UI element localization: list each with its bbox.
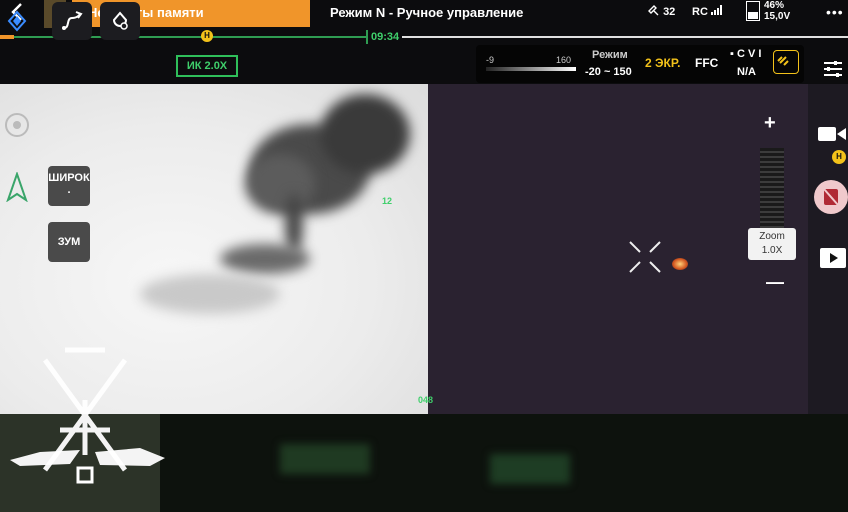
range-mode-value[interactable]: -20 ~ 150 bbox=[585, 66, 632, 78]
crosshair-icon bbox=[629, 241, 661, 273]
drop-settings-button[interactable] bbox=[100, 2, 140, 40]
zoom-value: 1.0X bbox=[761, 245, 783, 256]
map-tile bbox=[280, 444, 370, 474]
flight-mode-title: Режим N - Ручное управление bbox=[330, 5, 524, 20]
settings-sliders-button[interactable] bbox=[822, 58, 844, 85]
zoom-in-button[interactable]: + bbox=[764, 112, 776, 135]
satellite-icon bbox=[648, 5, 659, 16]
record-button[interactable] bbox=[814, 180, 848, 214]
wide-sub: . bbox=[67, 184, 71, 196]
link-button[interactable] bbox=[773, 50, 799, 74]
battery-icon bbox=[746, 1, 760, 21]
battery-voltage: 15,0V bbox=[764, 11, 791, 22]
storage-status: N/A bbox=[737, 66, 756, 78]
thermal-scale-min: -9 bbox=[486, 55, 495, 65]
link-icon bbox=[777, 56, 789, 66]
home-marker: H bbox=[201, 30, 213, 42]
home-marker-right: H bbox=[832, 150, 846, 164]
signal-bars-icon bbox=[710, 5, 722, 15]
wide-camera-button[interactable]: ШИРОК . bbox=[48, 166, 90, 206]
battery-percent: 46% bbox=[764, 0, 785, 11]
drop-icon bbox=[112, 11, 128, 30]
wide-label: ШИРОК bbox=[48, 172, 90, 184]
playback-button[interactable] bbox=[820, 248, 846, 268]
flight-path-button[interactable] bbox=[52, 2, 92, 40]
watermark-logo bbox=[10, 347, 165, 484]
zoom-readout: Zoom 1.0X bbox=[748, 228, 796, 260]
ffc-button[interactable]: FFC bbox=[695, 56, 718, 70]
camera-mode-button[interactable] bbox=[818, 125, 848, 143]
sd-card-icon: ▪ bbox=[730, 48, 734, 60]
cvi-label: ▪ C V I bbox=[730, 48, 761, 60]
distance-label: 12 bbox=[382, 196, 393, 206]
zoom-camera-button[interactable]: ЗУМ bbox=[48, 222, 90, 262]
satellite-count-value: 32 bbox=[663, 6, 676, 18]
debris-trail bbox=[140, 274, 280, 314]
more-dots-icon[interactable]: ••• bbox=[826, 4, 844, 20]
route-icon bbox=[62, 11, 83, 30]
satellite-count: 32 bbox=[648, 5, 675, 18]
thermal-gradient-bar bbox=[486, 67, 576, 71]
battery-readout: 46% 15,0V bbox=[764, 0, 790, 22]
battery-level-fill bbox=[748, 12, 758, 19]
zoom-out-button[interactable]: — bbox=[766, 272, 784, 293]
cvi-text: C V I bbox=[736, 48, 762, 60]
flight-time: 09:34 bbox=[366, 30, 403, 44]
play-icon bbox=[830, 253, 838, 263]
range-mode-label: Режим bbox=[592, 49, 628, 61]
thermal-scale-max: 160 bbox=[556, 55, 572, 65]
smoke-cloud bbox=[245, 154, 315, 214]
video-camera-icon bbox=[818, 127, 846, 141]
smoke-column bbox=[285, 194, 303, 254]
record-icon bbox=[823, 188, 839, 206]
zoom-label: Zoom bbox=[759, 231, 785, 242]
rc-signal: RC bbox=[692, 5, 723, 18]
aircraft-icon bbox=[6, 170, 28, 207]
diamond-nav-icon bbox=[7, 10, 27, 32]
zoom-slider[interactable] bbox=[760, 148, 784, 228]
screens-button[interactable]: 2 ЭКР. bbox=[645, 56, 680, 70]
sliders-icon bbox=[824, 61, 842, 77]
frame-counter: 048 bbox=[418, 395, 434, 405]
map-mode-button[interactable] bbox=[0, 2, 34, 40]
vehicle-wreck bbox=[220, 244, 310, 274]
timeline-remaining bbox=[367, 36, 848, 38]
thermal-hotspot bbox=[672, 258, 688, 270]
ir-zoom-button[interactable]: ИК 2.0X bbox=[176, 55, 238, 77]
map-tile bbox=[490, 454, 570, 484]
rc-label: RC bbox=[692, 6, 708, 18]
smoke-cloud bbox=[320, 94, 410, 174]
home-point-icon bbox=[4, 112, 30, 143]
